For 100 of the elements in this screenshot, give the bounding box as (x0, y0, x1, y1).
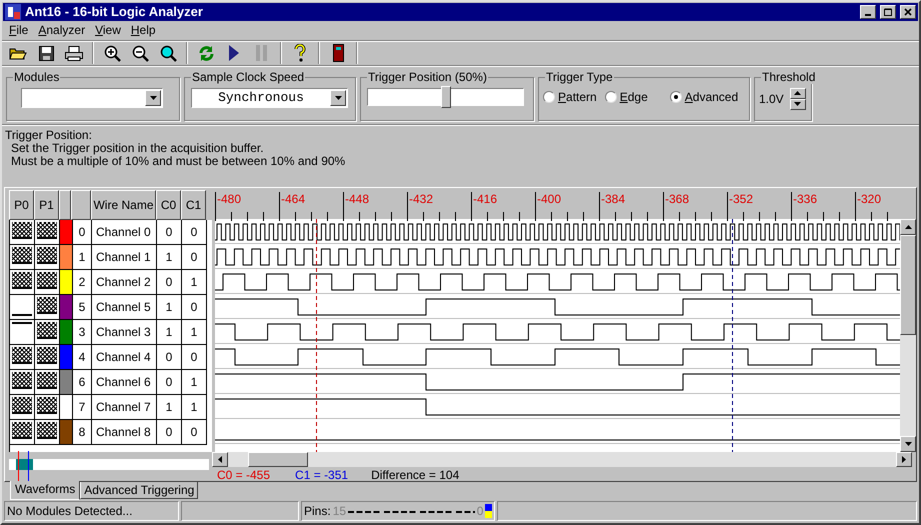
table-cell: 1 (157, 245, 182, 270)
group-label: Trigger Position (50%) (367, 70, 488, 84)
column-header[interactable]: C1 (181, 190, 206, 220)
menu-item[interactable]: Help (126, 21, 161, 40)
scroll-up-button[interactable] (900, 218, 916, 235)
tab[interactable]: Waveforms (10, 480, 80, 500)
menu-item[interactable]: Analyzer (33, 21, 90, 40)
clock-dropdown[interactable]: Synchronous (191, 88, 348, 108)
table-cell: 2 (72, 270, 92, 296)
slider-thumb[interactable] (440, 86, 450, 108)
magnifier-icon (160, 44, 176, 62)
maximize-button[interactable] (880, 5, 896, 20)
printer-icon (65, 46, 83, 61)
pin-number: 15 (332, 503, 346, 520)
pattern-cell[interactable] (10, 220, 35, 246)
trigger-position-slider[interactable] (367, 88, 524, 106)
horizontal-scrollbar[interactable] (212, 452, 912, 467)
threshold-spinner[interactable] (790, 88, 806, 110)
color-swatch[interactable] (60, 345, 72, 370)
ruler-label: -368 (665, 192, 690, 205)
table-cell: Channel 4 (92, 345, 157, 370)
color-swatch[interactable] (60, 295, 72, 320)
table-cell: Channel 0 (92, 220, 157, 246)
color-swatch[interactable] (60, 270, 72, 296)
folder-icon (9, 46, 27, 60)
column-header[interactable]: Wire Name (91, 190, 156, 220)
ruler-label: -480 (217, 192, 242, 205)
tab[interactable]: Advanced Triggering (80, 482, 198, 499)
up-arrow-icon (904, 224, 912, 229)
menu-item[interactable]: View (90, 21, 126, 40)
column-header[interactable]: P0 (9, 190, 34, 220)
pattern-cell[interactable] (10, 395, 35, 420)
table-cell: 0 (72, 220, 92, 246)
help-text: Must be a multiple of 10% and must be between 10% and 90% (10, 154, 346, 168)
pattern-cell[interactable] (35, 295, 60, 320)
table-cell: Channel 1 (92, 245, 157, 270)
radio-label: Advanced (684, 88, 738, 106)
radio-button[interactable] (543, 90, 555, 103)
pattern-cell[interactable] (35, 395, 60, 420)
table-cell: 1 (182, 395, 207, 420)
play-icon (229, 45, 239, 62)
window-title: Ant16 - 16-bit Logic Analyzer (25, 4, 203, 20)
ruler-label: -320 (857, 192, 882, 205)
ruler-label: -352 (729, 192, 754, 205)
scroll-down-button[interactable] (900, 436, 916, 452)
table-cell: 5 (72, 295, 92, 320)
table-cell: 8 (72, 420, 92, 446)
minimize-button[interactable] (860, 5, 876, 20)
help-icon (294, 44, 306, 62)
table-cell: 0 (157, 370, 182, 396)
left-arrow-icon (218, 456, 222, 463)
pattern-cell[interactable] (10, 345, 35, 370)
pause-icon (256, 45, 268, 62)
threshold-value: 1.0V (759, 90, 784, 108)
pattern-cell[interactable] (35, 245, 60, 270)
pattern-cell[interactable] (10, 295, 35, 320)
radio-button[interactable] (670, 90, 682, 103)
column-header[interactable]: P1 (34, 190, 59, 220)
status-message: No Modules Detected... (4, 501, 179, 521)
color-swatch[interactable] (60, 370, 72, 396)
table-cell: 0 (182, 220, 207, 246)
pattern-cell[interactable] (35, 370, 60, 396)
pattern-cell[interactable] (35, 220, 60, 246)
column-header[interactable]: C0 (156, 190, 181, 220)
radio-button[interactable] (604, 90, 617, 103)
table-cell: 1 (182, 320, 207, 346)
scroll-right-button[interactable] (896, 452, 912, 467)
pattern-cell[interactable] (10, 320, 35, 346)
pattern-cell[interactable] (10, 420, 35, 446)
table-cell: 0 (182, 295, 207, 320)
scrollbar-thumb[interactable] (900, 234, 916, 335)
pattern-cell[interactable] (10, 370, 35, 396)
down-arrow-icon (794, 102, 802, 106)
modules-dropdown[interactable] (21, 88, 163, 108)
dropdown-button[interactable] (330, 90, 346, 106)
dropdown-button[interactable] (145, 90, 161, 106)
table-cell: 6 (72, 370, 92, 396)
table-cell: 7 (72, 395, 92, 420)
pattern-cell[interactable] (35, 320, 60, 346)
scroll-left-button[interactable] (212, 452, 228, 467)
color-swatch[interactable] (60, 220, 72, 246)
group-label: Modules (13, 70, 60, 84)
ruler-label: -400 (537, 192, 562, 205)
vertical-scrollbar[interactable] (900, 218, 916, 452)
pattern-cell[interactable] (35, 420, 60, 446)
table-cell: Channel 2 (92, 270, 157, 296)
color-swatch[interactable] (60, 420, 72, 446)
table-cell: Channel 3 (92, 320, 157, 346)
maximize-icon (884, 8, 892, 16)
color-swatch[interactable] (60, 320, 72, 346)
close-button[interactable] (900, 5, 916, 20)
menu-item[interactable]: File (4, 21, 34, 40)
pattern-cell[interactable] (10, 245, 35, 270)
scrollbar-thumb[interactable] (248, 452, 308, 467)
pattern-cell[interactable] (35, 270, 60, 296)
caret-icon (150, 96, 156, 100)
table-cell: 1 (182, 270, 207, 296)
pattern-cell[interactable] (10, 270, 35, 296)
color-swatch[interactable] (60, 245, 72, 270)
pattern-cell[interactable] (35, 345, 60, 370)
